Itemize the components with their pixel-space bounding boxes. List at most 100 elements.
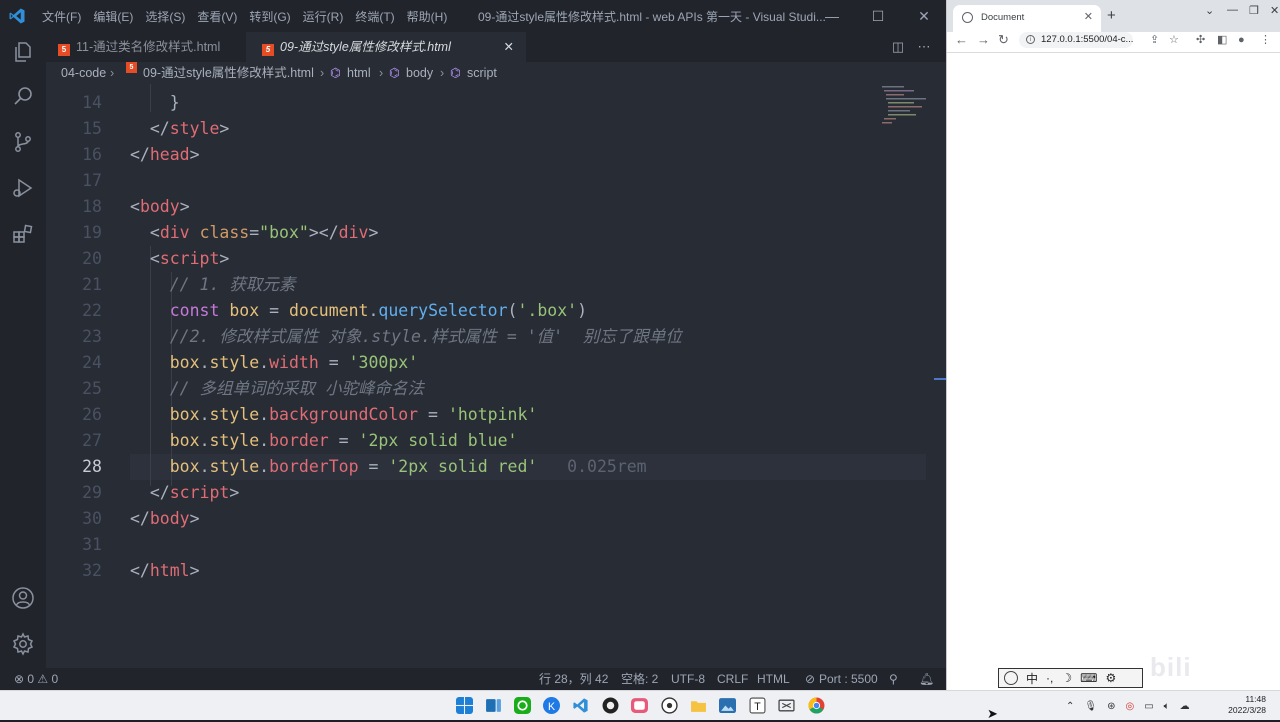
code-token: < [130, 197, 140, 216]
language-mode-status[interactable]: HTML [757, 668, 790, 690]
ime-language-label[interactable]: 中 [1026, 670, 1038, 687]
windows-start-icon[interactable] [456, 697, 473, 714]
wechat-work-icon[interactable] [514, 697, 531, 714]
typora-icon[interactable]: T [749, 697, 766, 714]
code-token: '2px solid red' [388, 457, 538, 476]
network-icon[interactable]: ⊛ [1107, 701, 1115, 712]
problems-status[interactable]: ⊗ 0 ⚠ 0 [14, 668, 58, 690]
browser-tab[interactable]: Document ✕ [953, 5, 1101, 32]
code-token: . [259, 405, 270, 424]
notifications-bell-icon[interactable]: 🔔︎ [919, 668, 934, 690]
restore-icon[interactable]: ❐ [1249, 4, 1259, 17]
tab-close-icon[interactable]: ✕ [504, 32, 514, 62]
minimize-icon[interactable]: — [1227, 4, 1238, 16]
settings-gear-icon[interactable] [11, 632, 35, 656]
menu-item[interactable]: 查看(V) [197, 8, 237, 25]
code-token: '2px solid blue' [358, 431, 518, 450]
ime-logo-icon[interactable] [1004, 671, 1018, 685]
split-editor-icon[interactable]: ◫ [890, 39, 906, 55]
tab-class-style-file[interactable]: 5 11-通过类名修改样式.html [46, 32, 244, 62]
new-tab-icon[interactable]: + [1107, 7, 1116, 24]
back-arrow-icon[interactable]: ← [955, 32, 968, 48]
menu-item[interactable]: 编辑(E) [93, 8, 133, 25]
explorer-icon[interactable] [11, 40, 35, 64]
side-panel-icon[interactable]: ◧ [1217, 32, 1227, 48]
breadcrumb-body[interactable]: body [406, 62, 433, 84]
bilibili-icon[interactable] [631, 697, 648, 714]
breadcrumb-folder[interactable]: 04-code [61, 62, 106, 84]
encoding-status[interactable]: UTF-8 [671, 668, 705, 690]
profile-icon[interactable]: ● [1238, 32, 1245, 48]
code-token: backgroundColor [269, 405, 419, 424]
cloud-icon[interactable]: ☁ [1180, 701, 1190, 712]
code-line: 14 } [46, 90, 934, 116]
line-number: 28 [82, 457, 102, 476]
obs-icon[interactable] [661, 697, 678, 714]
photos-icon[interactable] [719, 697, 736, 714]
code-token: 0.025rem [537, 457, 647, 476]
system-clock[interactable]: 11:48 2022/3/28 [1206, 694, 1266, 716]
menu-item[interactable]: 转到(G) [249, 8, 290, 25]
forward-arrow-icon[interactable]: → [977, 32, 990, 48]
extensions-puzzle-icon[interactable]: ✣ [1196, 32, 1205, 48]
code-line: 18 <body> [46, 194, 934, 220]
microphone-icon[interactable]: 🎙︎ [1084, 701, 1097, 712]
code-token: </ [130, 119, 170, 138]
code-editor[interactable]: 14 } 15 </style> 16 </head> 17 18 <body> 19 <di… [46, 84, 934, 668]
volume-icon[interactable]: 🔈︎ [1164, 701, 1170, 712]
menu-item[interactable]: 终端(T) [355, 8, 394, 25]
code-token: querySelector [378, 301, 508, 320]
task-view-icon[interactable] [485, 697, 502, 714]
breadcrumb-file[interactable]: 09-通过style属性修改样式.html [143, 62, 314, 84]
chevron-down-icon[interactable]: ⌄ [1205, 4, 1214, 17]
tab-style-attribute-file[interactable]: 5 09-通过style属性修改样式.html ✕ [246, 32, 526, 62]
extensions-icon[interactable] [11, 222, 35, 246]
snipping-tool-icon[interactable] [778, 697, 795, 714]
menu-kebab-icon[interactable]: ⋮ [1260, 32, 1271, 48]
source-control-icon[interactable] [11, 130, 35, 154]
file-explorer-icon[interactable] [690, 697, 707, 714]
search-icon[interactable] [11, 84, 35, 108]
vertical-scrollbar[interactable] [934, 84, 946, 668]
address-bar[interactable]: i 127.0.0.1:5500/04-c... [1019, 32, 1133, 48]
feedback-icon[interactable]: ⚲ [889, 668, 898, 690]
menu-item[interactable]: 选择(S) [145, 8, 185, 25]
kugou-icon[interactable]: K [543, 697, 560, 714]
indentation-status[interactable]: 空格: 2 [621, 668, 658, 690]
menu-item[interactable]: 文件(F) [42, 8, 81, 25]
close-tab-icon[interactable]: ✕ [1084, 5, 1093, 30]
tools-icon[interactable]: ⚙ [1105, 671, 1116, 685]
run-debug-icon[interactable] [11, 176, 35, 200]
live-server-port-status[interactable]: Port : 5500 [819, 668, 878, 690]
display-icon[interactable]: ▭ [1144, 701, 1153, 712]
minimap[interactable] [880, 84, 934, 134]
code-token: body [149, 509, 190, 528]
breadcrumb-html[interactable]: html [347, 62, 371, 84]
chevron-up-icon[interactable]: ⌃ [1066, 701, 1074, 712]
eol-status[interactable]: CRLF [717, 668, 748, 690]
breadcrumb-script[interactable]: script [467, 62, 497, 84]
close-icon[interactable]: ✕ [914, 6, 934, 26]
more-actions-icon[interactable]: ⋯ [916, 39, 932, 55]
half-moon-icon[interactable]: ☽ [1061, 671, 1072, 685]
bookmark-star-icon[interactable]: ☆ [1169, 32, 1179, 48]
menu-item[interactable]: 运行(R) [303, 8, 344, 25]
line-number: 27 [82, 431, 102, 450]
app-tray-icon[interactable]: ◎ [1125, 701, 1134, 712]
vscode-taskbar-icon[interactable] [572, 697, 589, 714]
minimize-icon[interactable]: — [822, 6, 842, 26]
github-icon[interactable] [602, 697, 619, 714]
cursor-position-status[interactable]: 行 28，列 42 [539, 668, 608, 690]
share-icon[interactable]: ⇪ [1150, 32, 1159, 48]
menu-item[interactable]: 帮助(H) [407, 8, 448, 25]
close-window-icon[interactable]: ✕ [1270, 4, 1279, 17]
reload-icon[interactable]: ↻ [998, 32, 1009, 48]
account-icon[interactable] [11, 586, 35, 610]
keyboard-icon[interactable]: ⌨ [1080, 671, 1097, 685]
maximize-icon[interactable]: ☐ [868, 6, 888, 26]
code-token: = [259, 301, 289, 320]
punctuation-icon[interactable]: ·, [1046, 671, 1053, 685]
chrome-icon[interactable] [808, 697, 825, 714]
